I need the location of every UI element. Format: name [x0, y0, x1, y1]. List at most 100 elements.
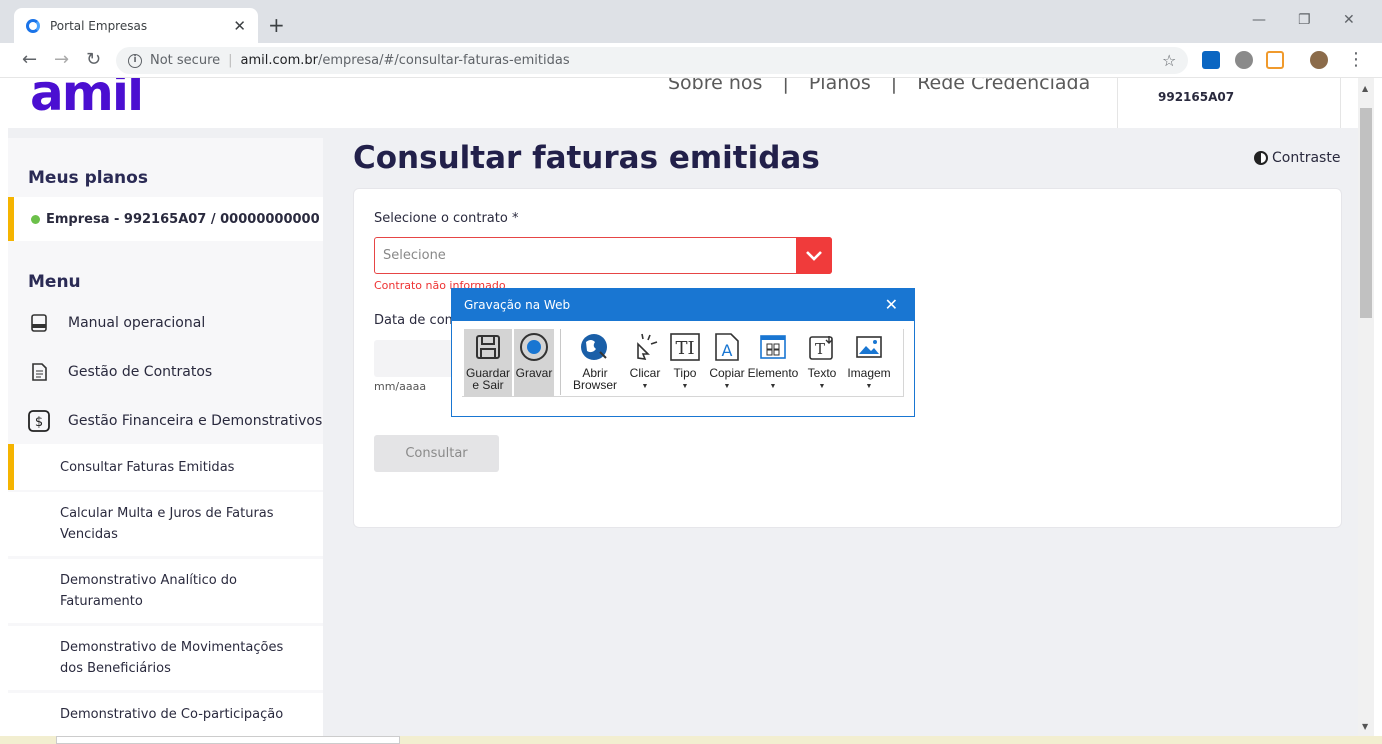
browser-tab[interactable]: Portal Empresas ✕ — [14, 8, 258, 43]
url-field[interactable]: i Not secure | amil.com.br /empresa/#/co… — [116, 47, 1188, 74]
open-browser-button[interactable]: Abrir Browser — [570, 329, 620, 397]
browser-menu-icon[interactable]: ⋮ — [1347, 49, 1365, 70]
close-window-icon[interactable]: ✕ — [1343, 12, 1355, 28]
menu-item-financeira[interactable]: $ Gestão Financeira e Demonstrativos — [8, 397, 323, 445]
svg-text:T: T — [815, 340, 825, 358]
back-icon[interactable]: ← — [22, 49, 37, 70]
sub-item-consultar-faturas[interactable]: Consultar Faturas Emitidas — [8, 444, 323, 490]
taskbar-strip — [0, 736, 1382, 744]
dollar-icon: $ — [28, 410, 50, 432]
type-button[interactable]: TI Tipo ▼ — [668, 329, 702, 397]
page-scrollbar[interactable]: ▲ ▼ — [1358, 78, 1374, 744]
tool-label: Elemento — [747, 366, 799, 380]
linkedin-extension-icon[interactable] — [1202, 51, 1220, 69]
browser-tabstrip: Portal Empresas ✕ + — ❐ ✕ — [0, 0, 1382, 43]
document-icon — [28, 361, 50, 383]
contract-select[interactable]: Selecione — [374, 237, 832, 274]
menu-item-contratos[interactable]: Gestão de Contratos — [8, 348, 323, 396]
nav-divider: | — [890, 78, 898, 94]
url-path: /empresa/#/consultar-faturas-emitidas — [318, 53, 570, 68]
contrast-toggle[interactable]: Contraste — [1254, 150, 1340, 166]
dialog-title: Gravação na Web — [464, 298, 571, 312]
select-placeholder: Selecione — [383, 248, 446, 263]
contrast-icon — [1254, 151, 1268, 165]
sub-item-calcular-multa[interactable]: Calcular Multa e Juros de Faturas Vencid… — [8, 492, 323, 556]
sub-item-demonstrativo-movimentacoes[interactable]: Demonstrativo de Movimentações dos Benef… — [8, 626, 323, 690]
dropdown-caret-icon[interactable]: ▼ — [866, 381, 873, 393]
printer-icon — [28, 312, 50, 334]
toolbar-divider — [560, 329, 561, 395]
scroll-thumb[interactable] — [1360, 108, 1372, 318]
plan-label: Empresa - 992165A07 / 00000000000 — [46, 211, 320, 227]
text-input-icon: TI — [669, 331, 701, 363]
sub-item-label: Demonstrativo de Movimentações dos Benef… — [60, 640, 284, 676]
dialog-toolbar: Guardar e Sair Gravar Abrir Browser Clic… — [462, 329, 904, 397]
tool-label-2: e Sair — [472, 378, 504, 392]
acrobat-extension-icon[interactable] — [1266, 51, 1284, 69]
sub-item-coparticipacao[interactable]: Demonstrativo de Co-participação — [8, 693, 323, 739]
record-icon — [518, 331, 550, 363]
tool-label: Copiar — [709, 366, 745, 380]
site-header: amil Sobre nós | Planos | Rede Credencia… — [8, 78, 1358, 128]
image-icon — [853, 331, 885, 363]
url-host: amil.com.br — [240, 53, 318, 68]
scroll-down-icon[interactable]: ▼ — [1362, 722, 1368, 731]
tool-label: Gravar — [515, 366, 553, 380]
record-button[interactable]: Gravar — [514, 329, 554, 397]
consultar-button[interactable]: Consultar — [374, 435, 499, 472]
bookmark-star-icon[interactable]: ☆ — [1162, 51, 1176, 70]
forward-icon[interactable]: → — [54, 49, 69, 70]
copy-button[interactable]: A Copiar ▼ — [706, 329, 748, 397]
save-exit-button[interactable]: Guardar e Sair — [464, 329, 512, 397]
click-button[interactable]: Clicar ▼ — [626, 329, 664, 397]
user-box[interactable]: 992165A07 — [1117, 78, 1341, 128]
dropdown-caret-icon[interactable]: ▼ — [724, 381, 731, 393]
tool-label: Texto — [807, 366, 837, 380]
not-secure-label: Not secure — [150, 53, 221, 68]
chevron-down-icon[interactable] — [796, 237, 832, 274]
nav-planos[interactable]: Planos — [809, 78, 871, 94]
nav-rede-credenciada[interactable]: Rede Credenciada — [917, 78, 1090, 94]
dropdown-caret-icon[interactable]: ▼ — [642, 381, 649, 393]
taskbar-window — [56, 736, 400, 744]
pointer-click-icon — [629, 331, 661, 363]
menu-item-label: Manual operacional — [68, 315, 206, 331]
element-icon — [757, 331, 789, 363]
info-icon[interactable]: i — [128, 53, 142, 68]
svg-text:A: A — [722, 341, 733, 360]
restore-icon[interactable]: ❐ — [1298, 12, 1311, 28]
extension-icon[interactable] — [1235, 51, 1253, 69]
dialog-titlebar: Gravação na Web ✕ — [452, 289, 914, 321]
sidebar: Meus planos Empresa - 992165A07 / 000000… — [8, 138, 323, 744]
tab-favicon-icon — [26, 18, 40, 33]
profile-avatar[interactable] — [1310, 51, 1328, 69]
menu-item-label: Gestão de Contratos — [68, 364, 213, 380]
close-icon[interactable]: ✕ — [885, 295, 898, 314]
date-hint: mm/aaaa — [374, 380, 427, 393]
menu-item-label: Gestão Financeira e Demonstrativos — [68, 413, 323, 429]
new-tab-icon[interactable]: + — [268, 13, 285, 37]
page-title: Consultar faturas emitidas — [353, 140, 820, 176]
scroll-up-icon[interactable]: ▲ — [1362, 84, 1368, 93]
menu-item-manual[interactable]: Manual operacional — [8, 299, 323, 347]
tool-label: Clicar — [629, 366, 661, 380]
dropdown-caret-icon[interactable]: ▼ — [770, 381, 777, 393]
close-tab-icon[interactable]: ✕ — [233, 17, 246, 35]
dropdown-caret-icon[interactable]: ▼ — [819, 381, 826, 393]
amil-logo[interactable]: amil — [30, 78, 144, 122]
sub-item-demonstrativo-analitico[interactable]: Demonstrativo Analítico do Faturamento — [8, 559, 323, 623]
address-bar-row: ← → ↻ i Not secure | amil.com.br /empres… — [0, 43, 1382, 78]
text-button[interactable]: T Texto ▼ — [804, 329, 840, 397]
tool-label-2: Browser — [572, 378, 617, 392]
dropdown-caret-icon[interactable]: ▼ — [682, 381, 689, 393]
copy-text-icon: A — [711, 331, 743, 363]
contract-label: Selecione o contrato * — [374, 211, 519, 226]
plan-item[interactable]: Empresa - 992165A07 / 00000000000 — [8, 197, 323, 241]
reload-icon[interactable]: ↻ — [86, 49, 101, 70]
user-code: 992165A07 — [1158, 90, 1235, 104]
menu-title: Menu — [28, 272, 81, 292]
image-button[interactable]: Imagem ▼ — [844, 329, 894, 397]
minimize-icon[interactable]: — — [1252, 12, 1266, 28]
element-button[interactable]: Elemento ▼ — [746, 329, 800, 397]
nav-sobre-nos[interactable]: Sobre nós — [668, 78, 762, 94]
